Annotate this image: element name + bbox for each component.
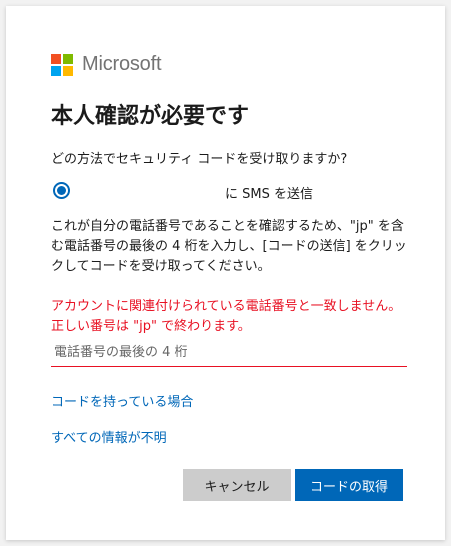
sms-radio[interactable] <box>53 182 70 199</box>
verification-dialog: Microsoft 本人確認が必要です どの方法でセキュリティ コードを受け取り… <box>6 6 445 540</box>
logo-square-blue <box>51 65 61 76</box>
info-unknown-link[interactable]: すべての情報が不明 <box>51 427 167 446</box>
phone-last-digits-input[interactable] <box>51 339 407 367</box>
radio-selected-dot <box>57 186 66 195</box>
cancel-button[interactable]: キャンセル <box>183 469 291 501</box>
logo-square-yellow <box>63 65 73 76</box>
method-prompt: どの方法でセキュリティ コードを受け取りますか? <box>51 152 348 167</box>
logo-square-green <box>63 53 73 64</box>
brand-name: Microsoft <box>82 53 162 75</box>
get-code-button[interactable]: コードの取得 <box>295 469 403 501</box>
error-message: アカウントに関連付けられている電話番号と一致しません。正しい番号は "jp" で… <box>51 299 402 334</box>
microsoft-logo-icon <box>51 53 73 76</box>
page-title: 本人確認が必要です <box>51 104 250 129</box>
instructions-text: これが自分の電話番号であることを確認するため、"jp" を含む電話番号の最後の … <box>51 219 407 274</box>
logo-square-red <box>51 53 61 64</box>
have-code-link[interactable]: コードを持っている場合 <box>51 391 193 410</box>
microsoft-logo: Microsoft <box>51 53 162 76</box>
sms-option[interactable]: に SMS を送信 <box>51 178 411 206</box>
sms-option-label[interactable]: に SMS を送信 <box>225 183 313 202</box>
